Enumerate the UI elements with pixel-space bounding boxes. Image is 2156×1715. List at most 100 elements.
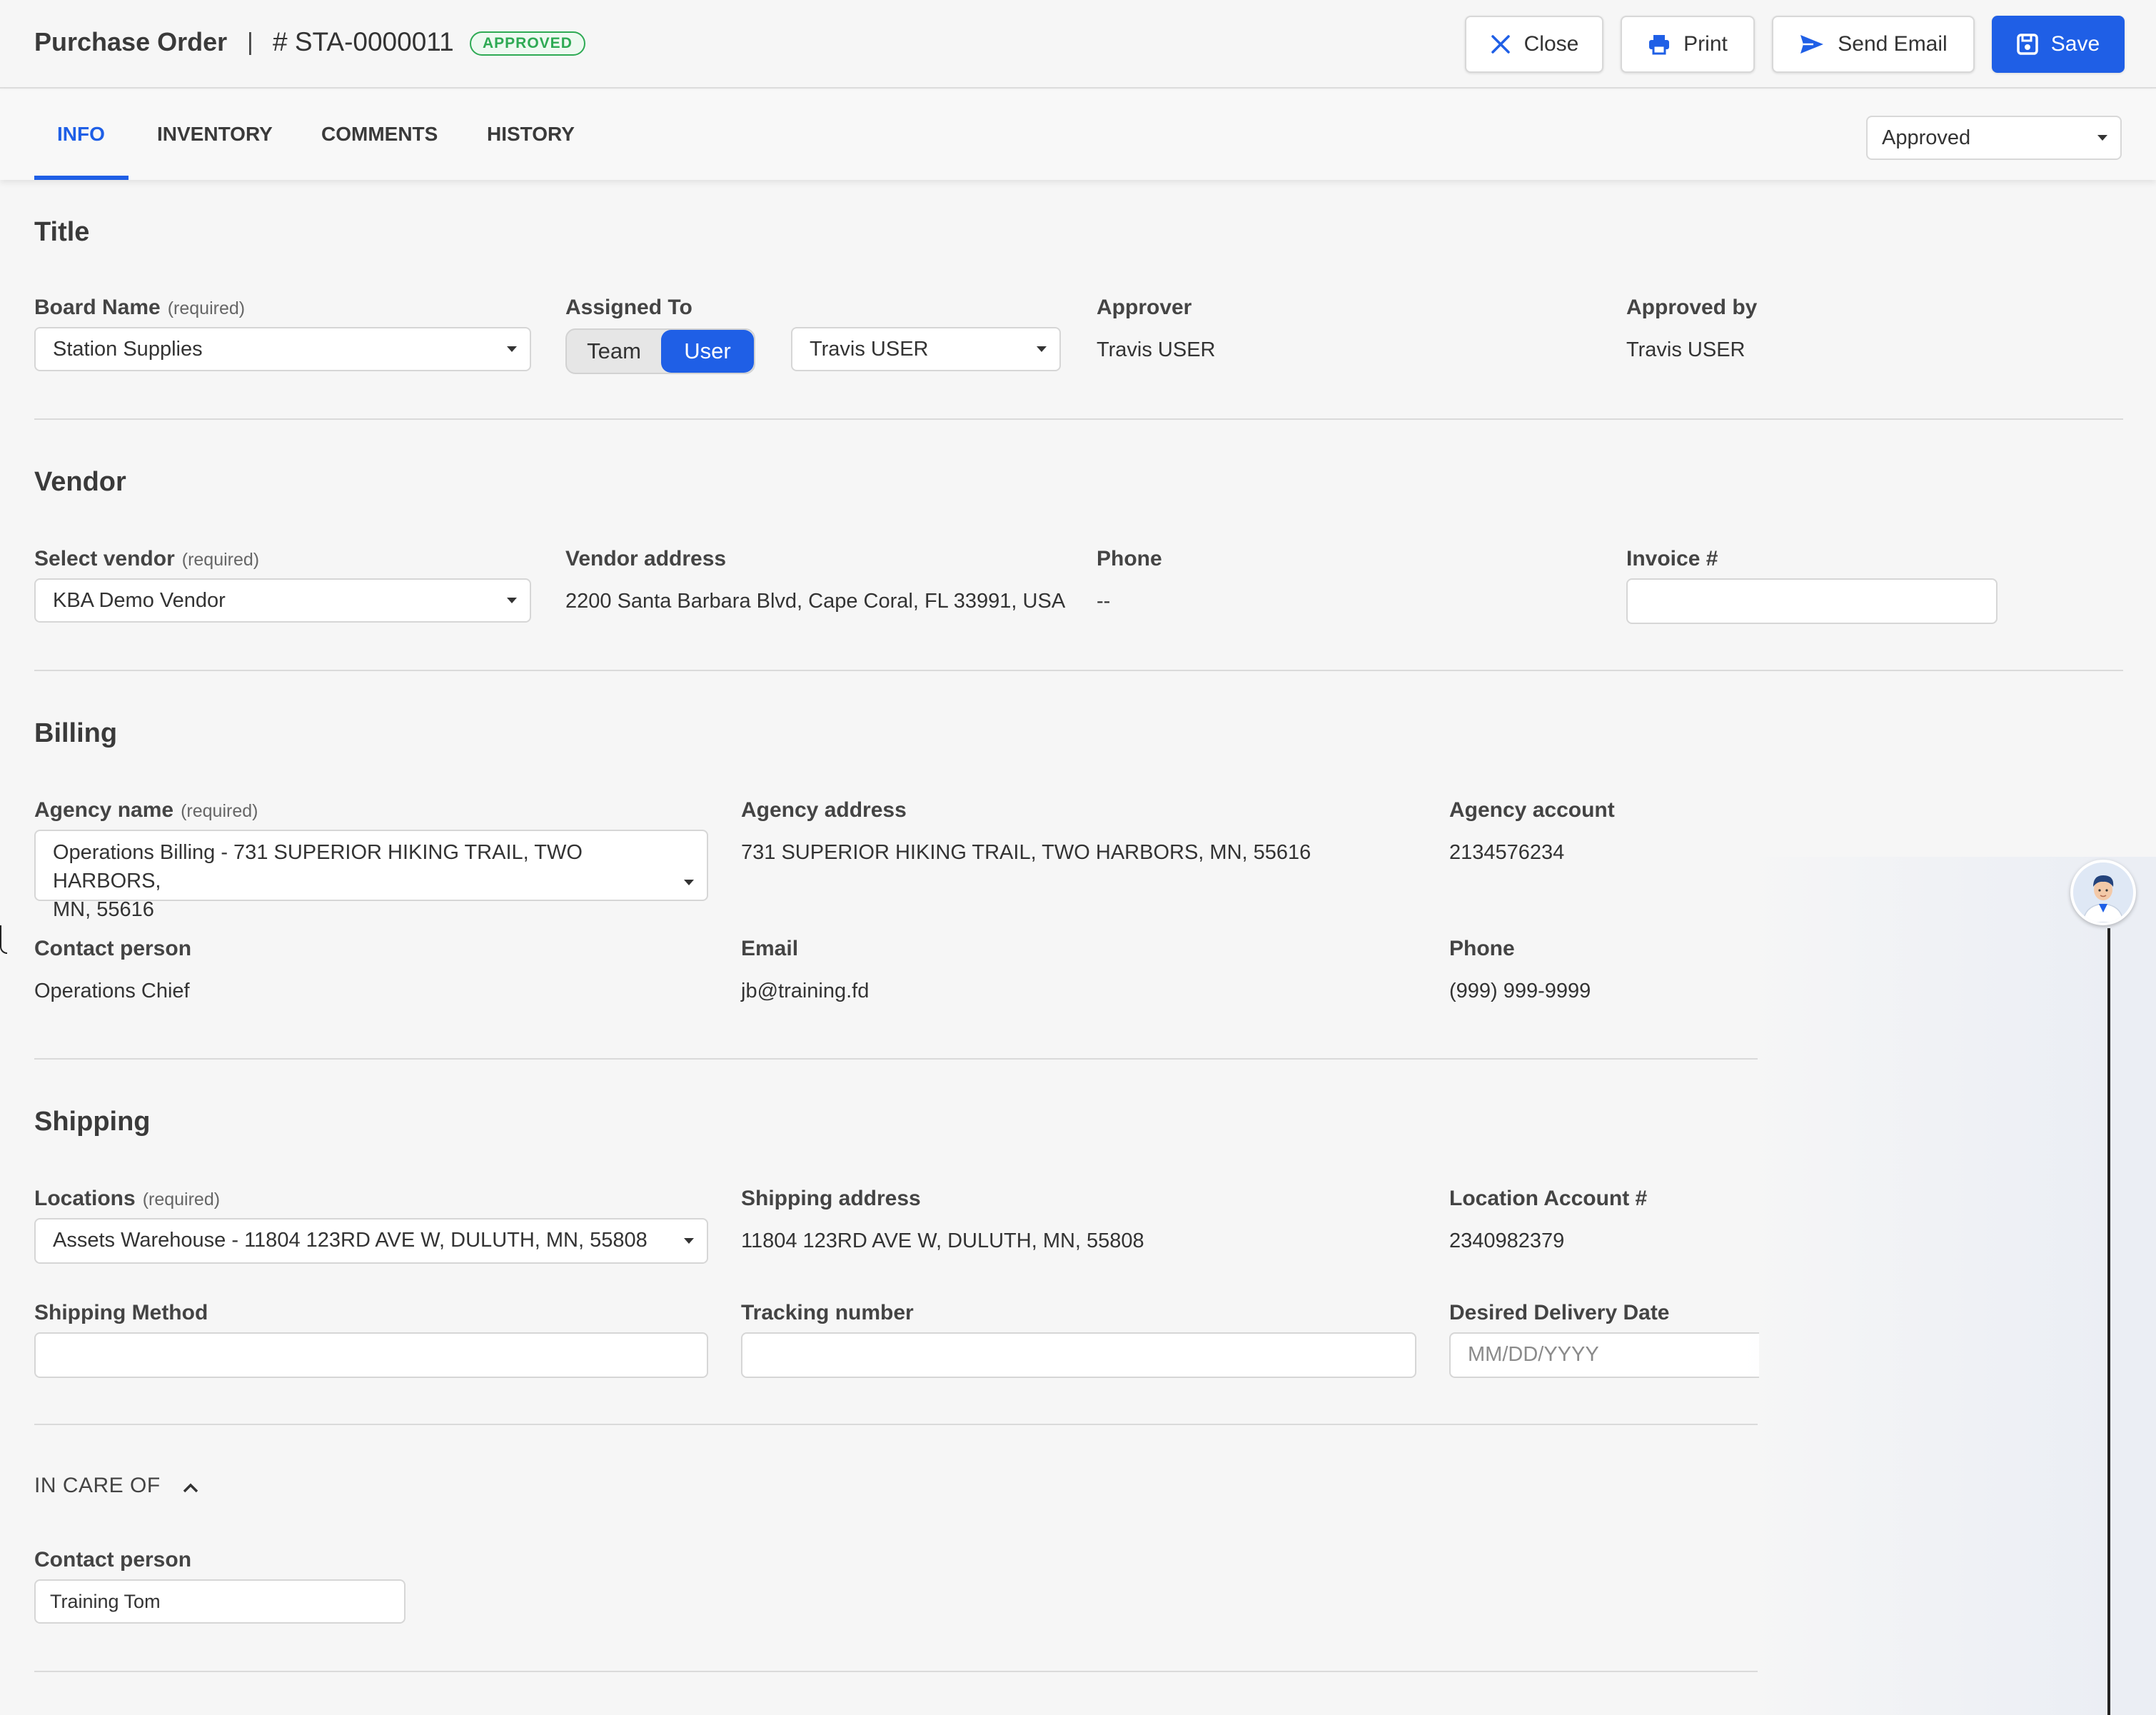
desired-delivery-label: Desired Delivery Date [1449, 1301, 1670, 1324]
assigned-to-label: Assigned To [565, 296, 692, 319]
close-button[interactable]: Close [1465, 16, 1603, 73]
invoice-label: Invoice # [1626, 547, 1718, 570]
tabs-bar: INFO INVENTORY COMMENTS HISTORY Approved [0, 90, 2156, 180]
board-name-label-text: Board Name [34, 296, 161, 319]
board-name-label: Board Name (required) [34, 296, 245, 320]
billing-phone-label: Phone [1449, 937, 1515, 960]
order-number: # STA-0000011 [273, 27, 454, 56]
agency-account-value: 2134576234 [1449, 841, 1565, 864]
tab-comments[interactable]: COMMENTS [321, 123, 438, 146]
billing-phone-value: (999) 999-9999 [1449, 980, 1591, 1002]
board-name-select[interactable]: Station Supplies [34, 327, 531, 371]
save-icon [2017, 34, 2038, 55]
dropdown-caret-icon [684, 880, 694, 885]
dropdown-caret-icon [1037, 346, 1047, 352]
dropdown-caret-icon [507, 598, 517, 603]
dropdown-caret-icon [684, 1238, 694, 1244]
chevron-up-icon [183, 1474, 198, 1499]
send-icon [1799, 34, 1825, 55]
approved-by-value: Travis USER [1626, 338, 1746, 361]
shipping-address-label: Shipping address [741, 1187, 921, 1210]
vendor-value: KBA Demo Vendor [53, 589, 226, 612]
billing-section-heading: Billing [34, 718, 118, 748]
close-button-label: Close [1523, 32, 1579, 56]
divider [34, 1671, 1758, 1672]
care-of-contact-input[interactable]: Training Tom [34, 1579, 405, 1624]
locations-select[interactable]: Assets Warehouse - 11804 123RD AVE W, DU… [34, 1218, 708, 1264]
status-select[interactable]: Approved [1866, 116, 2122, 160]
assignment-toggle: Team User [565, 328, 755, 374]
dropdown-caret-icon [507, 346, 517, 352]
agency-account-label: Agency account [1449, 798, 1615, 822]
overlay-edge [0, 925, 7, 954]
locations-label: Locations (required) [34, 1187, 220, 1211]
billing-email-value: jb@training.fd [741, 980, 870, 1002]
active-tab-indicator [34, 176, 129, 180]
status-badge: APPROVED [470, 31, 585, 56]
location-account-label: Location Account # [1449, 1187, 1648, 1210]
dropdown-caret-icon [2097, 135, 2107, 141]
tab-history[interactable]: HISTORY [487, 123, 575, 146]
vendor-select[interactable]: KBA Demo Vendor [34, 578, 531, 623]
assigned-user-select[interactable]: Travis USER [791, 327, 1061, 371]
billing-contact-value: Operations Chief [34, 980, 190, 1002]
desired-delivery-input[interactable]: MM/DD/YYYY [1449, 1332, 1759, 1378]
billing-contact-label: Contact person [34, 937, 192, 960]
approved-by-label: Approved by [1626, 296, 1758, 319]
toggle-user-option[interactable]: User [661, 330, 754, 373]
select-vendor-label-text: Select vendor [34, 547, 175, 570]
title-section-heading: Title [34, 217, 90, 247]
divider [34, 670, 2123, 671]
required-hint: (required) [142, 1190, 221, 1209]
vendor-address-label: Vendor address [565, 547, 727, 570]
title-separator: | [247, 29, 253, 56]
required-hint: (required) [181, 550, 260, 570]
agency-address-label: Agency address [741, 798, 907, 822]
tracking-number-label: Tracking number [741, 1301, 914, 1324]
vendor-section-heading: Vendor [34, 467, 126, 497]
agency-name-label-text: Agency name [34, 798, 174, 822]
assigned-user-value: Travis USER [810, 338, 929, 361]
in-care-of-toggle[interactable]: IN CARE OF [34, 1474, 198, 1499]
send-email-button-label: Send Email [1838, 32, 1948, 56]
locations-value: Assets Warehouse - 11804 123RD AVE W, DU… [53, 1229, 648, 1252]
save-button[interactable]: Save [1992, 16, 2125, 73]
care-of-contact-label: Contact person [34, 1548, 192, 1571]
approver-value: Travis USER [1097, 338, 1216, 361]
toggle-team-option[interactable]: Team [567, 330, 661, 373]
required-hint: (required) [167, 298, 246, 318]
invoice-input[interactable] [1626, 578, 1998, 624]
print-button-label: Print [1683, 32, 1728, 56]
divider [34, 1424, 1758, 1425]
tab-inventory[interactable]: INVENTORY [157, 123, 273, 146]
board-name-value: Station Supplies [53, 338, 203, 361]
assistant-avatar[interactable] [2070, 860, 2136, 925]
shipping-method-label: Shipping Method [34, 1301, 208, 1324]
side-panel-shadow [1742, 857, 2156, 1715]
save-button-label: Save [2050, 32, 2100, 56]
shipping-method-input[interactable] [34, 1332, 708, 1378]
overlay-edge [2107, 928, 2110, 1715]
close-icon [1490, 34, 1511, 55]
tab-info[interactable]: INFO [57, 123, 105, 146]
tracking-number-input[interactable] [741, 1332, 1416, 1378]
shipping-address-value: 11804 123RD AVE W, DULUTH, MN, 55808 [741, 1229, 1144, 1252]
print-icon [1648, 34, 1671, 55]
vendor-address-value: 2200 Santa Barbara Blvd, Cape Coral, FL … [565, 590, 1066, 613]
send-email-button[interactable]: Send Email [1772, 16, 1975, 73]
approver-label: Approver [1097, 296, 1192, 319]
page-title: Purchase Order [34, 27, 228, 56]
header-bar: Purchase Order | # STA-0000011 APPROVED … [0, 0, 2156, 89]
agency-name-select[interactable]: Operations Billing - 731 SUPERIOR HIKING… [34, 830, 708, 921]
locations-label-text: Locations [34, 1187, 136, 1210]
print-button[interactable]: Print [1621, 16, 1755, 73]
in-care-of-heading: IN CARE OF [34, 1474, 161, 1497]
agency-name-value-line1: Operations Billing - 731 SUPERIOR HIKING… [53, 841, 583, 892]
agency-address-value: 731 SUPERIOR HIKING TRAIL, TWO HARBORS, … [741, 841, 1311, 864]
agency-name-value-line2: MN, 55616 [53, 898, 154, 921]
status-select-value: Approved [1882, 126, 1971, 149]
billing-email-label: Email [741, 937, 799, 960]
vendor-phone-label: Phone [1097, 547, 1162, 570]
divider [34, 418, 2123, 420]
vendor-phone-value: -- [1097, 590, 1111, 613]
